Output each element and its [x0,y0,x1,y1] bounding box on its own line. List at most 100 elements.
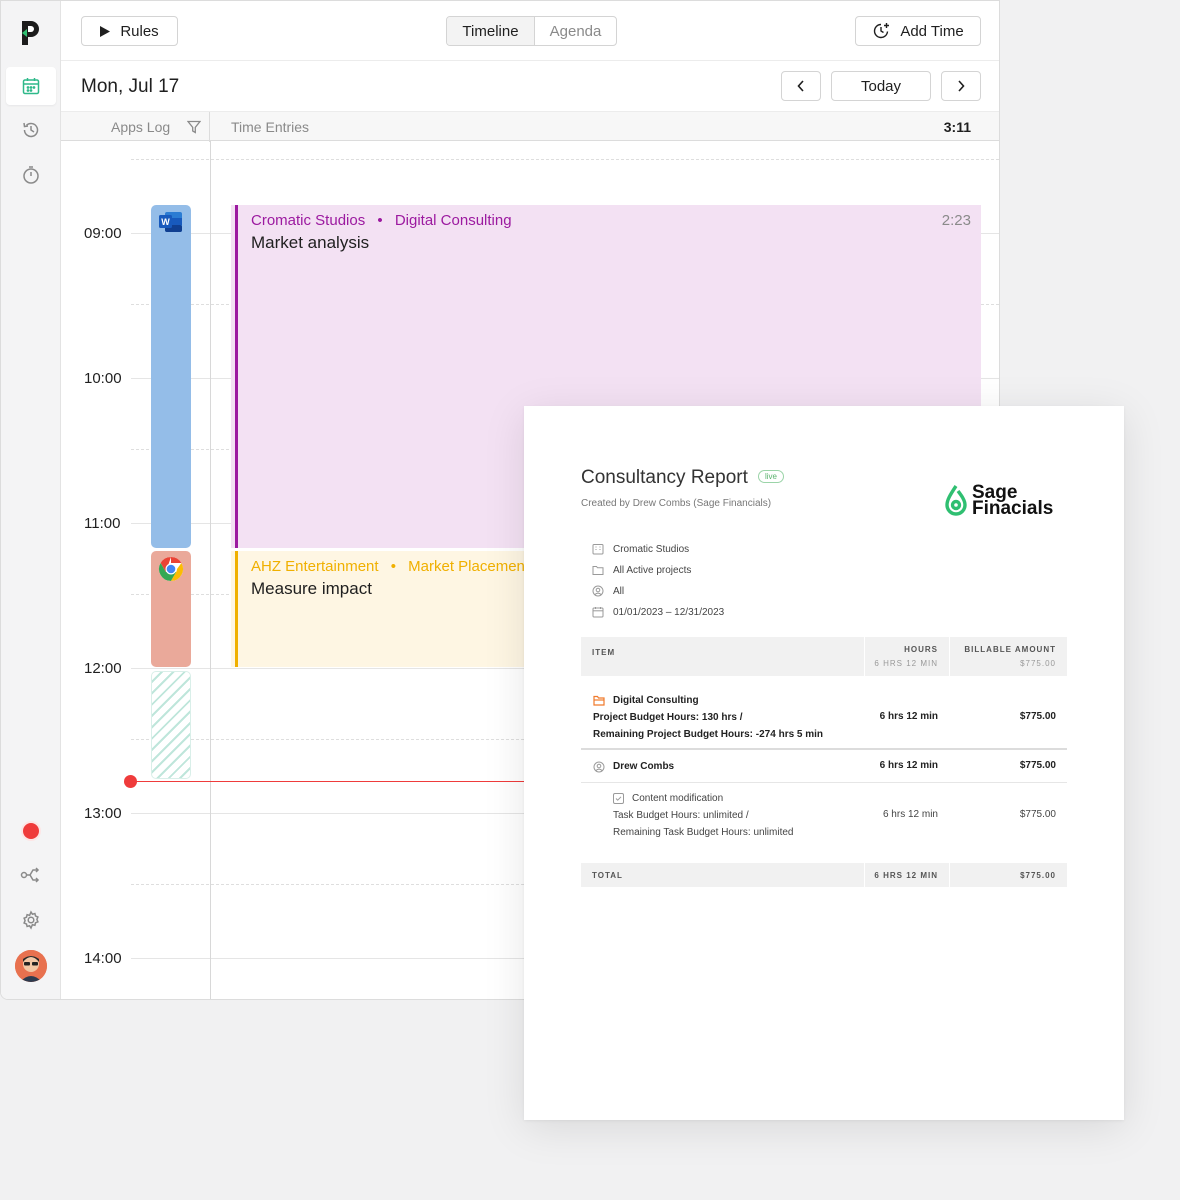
entry-color-bar [235,551,238,667]
column-header: Apps Log Time Entries 3:11 [61,111,999,142]
current-time-marker [124,775,137,788]
project-amount: $775.00 [1019,711,1056,722]
company-logo: Sage Finacials [944,482,1059,522]
task-name: Content modification [613,790,723,807]
column-amount-total: $775.00 [1020,659,1056,668]
report-author: Created by Drew Combs (Sage Financials) [581,498,772,509]
sidebar-item-timer[interactable] [6,156,56,194]
header-separator [864,637,865,676]
project-budget: Project Budget Hours: 130 hrs / [593,712,743,723]
total-hours: 6 HRS 12 MIN [874,871,938,880]
entry-separator: • [377,212,383,229]
hour-label: 11:00 [84,515,121,532]
column-divider [209,112,210,142]
today-button[interactable]: Today [831,71,931,101]
header-separator [949,637,950,676]
tab-timeline[interactable]: Timeline [447,17,535,45]
history-icon [23,122,39,138]
tab-agenda[interactable]: Agenda [535,17,616,45]
filter-users: All [592,585,624,597]
total-amount: $775.00 [1020,871,1056,880]
drop-logo-icon [945,485,967,516]
next-day-button[interactable] [941,71,981,101]
filter-projects: All Active projects [592,564,691,576]
user-name-text: Drew Combs [613,761,675,772]
entry-client: Cromatic Studios [251,212,366,229]
row-separator [581,748,1067,750]
filter-date-range-text: 01/01/2023 – 12/31/2023 [613,606,725,618]
user-avatar-icon [15,950,47,982]
live-badge: live [758,470,785,483]
entry-title: Measure impact [251,579,372,598]
entry-color-bar [235,205,238,548]
project-name-text: Digital Consulting [613,695,699,706]
daily-total: 3:11 [943,119,971,135]
app-logo-icon [22,21,39,45]
avatar[interactable] [15,950,47,982]
task-hours: 6 hrs 12 min [882,809,938,820]
add-time-button[interactable]: Add Time [855,16,981,46]
sidebar-item-settings[interactable] [6,901,56,939]
task-budget: Task Budget Hours: unlimited / [613,810,749,821]
sidebar-item-history[interactable] [6,111,56,149]
chevron-right-icon [958,80,965,92]
logo-text-line2: Finacials [972,498,1054,519]
column-hours: HOURS [904,645,938,654]
task-amount: $775.00 [1019,809,1056,820]
previous-day-button[interactable] [781,71,821,101]
row-separator [581,782,1067,783]
hour-label: 10:00 [84,370,122,387]
entry-project: Market Placemen [408,558,525,575]
column-hours-total: 6 HRS 12 MIN [874,659,938,668]
user-amount: $775.00 [1019,760,1056,771]
task-remaining-budget: Remaining Task Budget Hours: unlimited [613,827,794,838]
project-hours: 6 hrs 12 min [879,711,938,722]
apps-log-header: Apps Log [111,119,171,135]
report-row-project: Digital Consulting Project Budget Hours:… [581,690,1067,742]
column-item: ITEM [592,648,616,657]
half-hour-line [131,159,999,160]
project-name: Digital Consulting [593,692,699,709]
date-bar: Mon, Jul 17 Today [61,61,999,111]
time-entries-header: Time Entries [231,119,310,135]
column-divider [210,141,211,999]
app-usage-word[interactable]: W [151,205,191,548]
top-toolbar: Rules Timeline Agenda Add Time [61,1,999,61]
recording-indicator[interactable] [23,823,39,839]
entry-project: Digital Consulting [394,212,512,229]
entry-client: AHZ Entertainment [251,558,379,575]
user-circle-icon [592,585,604,597]
hour-label: 13:00 [84,805,122,822]
play-icon [100,25,111,37]
sidebar [1,1,61,999]
sidebar-item-calendar[interactable] [6,67,56,105]
project-remaining-budget: Remaining Project Budget Hours: -274 hrs… [593,729,824,740]
view-switcher: Timeline Agenda [446,16,617,46]
filter-projects-text: All Active projects [613,564,692,576]
app-usage-chrome[interactable] [151,551,191,667]
chrome-icon [158,557,184,581]
user-name: Drew Combs [593,758,674,775]
consultancy-report: Consultancy Report live Created by Drew … [524,406,1124,1120]
report-row-task: Content modification Task Budget Hours: … [581,790,1067,844]
entry-meta: AHZ Entertainment • Market Placemen [251,558,525,575]
rules-label: Rules [120,22,159,40]
filter-client: Cromatic Studios [592,543,689,555]
hour-label: 09:00 [84,225,122,242]
folder-icon [593,695,605,706]
calendar-icon [22,78,40,95]
rules-button[interactable]: Rules [81,16,178,46]
sidebar-item-integrations[interactable] [6,856,56,894]
gear-icon [23,910,39,930]
hour-label: 14:00 [84,950,122,967]
idle-time-block[interactable] [151,671,191,779]
filter-users-text: All [613,585,625,597]
filter-icon[interactable] [187,120,201,134]
filter-client-text: Cromatic Studios [613,543,690,555]
filter-date-range: 01/01/2023 – 12/31/2023 [592,606,724,618]
total-separator [864,863,865,887]
calendar-icon [592,607,604,618]
total-separator [949,863,950,887]
report-title: Consultancy Report [581,467,748,488]
user-hours: 6 hrs 12 min [879,760,938,771]
